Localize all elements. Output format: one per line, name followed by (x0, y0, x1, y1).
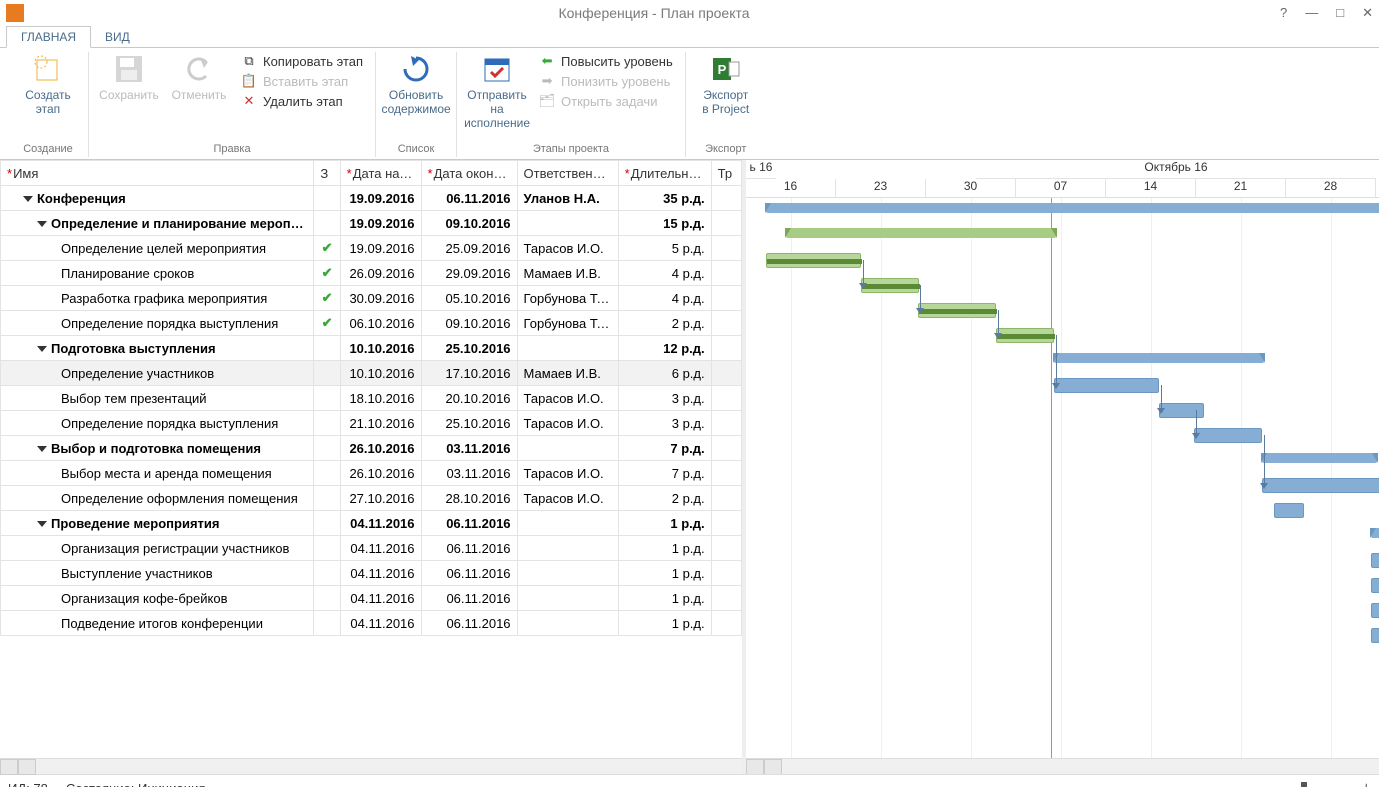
gantt-bar[interactable] (1262, 453, 1377, 463)
grid-scrollbar[interactable] (0, 758, 742, 774)
gantt-bar[interactable] (1371, 603, 1379, 618)
gantt-bar[interactable] (1274, 503, 1304, 518)
gantt-bar[interactable] (1371, 578, 1379, 593)
msproject-icon: P (709, 52, 743, 86)
open-tasks-button: 🗂Открыть задачи (537, 92, 675, 110)
table-row[interactable]: Проведение мероприятия04.11.201606.11.20… (1, 511, 742, 536)
gantt-bar[interactable] (1371, 528, 1379, 538)
gantt-bar[interactable] (766, 253, 861, 268)
tab-main[interactable]: ГЛАВНАЯ (6, 26, 91, 48)
app-icon[interactable] (6, 4, 24, 22)
gantt-bar[interactable] (786, 228, 1056, 238)
col-t[interactable]: Тр (711, 161, 741, 186)
titlebar: Конференция - План проекта ? — □ ✕ (0, 0, 1379, 26)
minimize-icon[interactable]: — (1305, 5, 1318, 21)
refresh-icon (399, 52, 433, 86)
zoom-control[interactable]: − + (1230, 780, 1371, 787)
zoom-out-icon[interactable]: − (1230, 780, 1239, 787)
table-row[interactable]: Определение целей мероприятия✔19.09.2016… (1, 236, 742, 261)
table-row[interactable]: Определение порядка выступления21.10.201… (1, 411, 742, 436)
table-row[interactable]: Выбор места и аренда помещения26.10.2016… (1, 461, 742, 486)
table-row[interactable]: Определение оформления помещения27.10.20… (1, 486, 742, 511)
col-resp[interactable]: Ответственный (517, 161, 618, 186)
arrow-right-icon: ➡ (539, 73, 555, 89)
table-row[interactable]: Определение порядка выступления✔06.10.20… (1, 311, 742, 336)
table-row[interactable]: Выступление участников04.11.201606.11.20… (1, 561, 742, 586)
ribbon: Создать этап Создание Сохранить Отменить… (0, 48, 1379, 160)
close-icon[interactable]: ✕ (1362, 5, 1373, 21)
level-up-button[interactable]: ⬅Повысить уровень (537, 52, 675, 70)
paste-stage-button: 📋Вставить этап (239, 72, 365, 90)
statusbar: ИД: 78 Состояние: Инициация − + (0, 774, 1379, 787)
gantt-bar[interactable] (1159, 403, 1204, 418)
status-id: ИД: 78 (8, 781, 48, 787)
copy-stage-button[interactable]: ⧉Копировать этап (239, 52, 365, 70)
gantt-chart[interactable]: ь 16Октябрь 1616233007142128 (746, 160, 1379, 774)
arrow-left-icon: ⬅ (539, 53, 555, 69)
delete-stage-button[interactable]: ✕Удалить этап (239, 92, 365, 110)
table-row[interactable]: Конференция19.09.201606.11.2016Уланов Н.… (1, 186, 742, 211)
undo-icon (182, 52, 216, 86)
save-big-icon (112, 52, 146, 86)
task-grid[interactable]: Имя З Дата начала Дата окончания Ответст… (0, 160, 746, 774)
table-row[interactable]: Выбор и подготовка помещения26.10.201603… (1, 436, 742, 461)
gantt-bar[interactable] (1262, 478, 1379, 493)
copy-icon: ⧉ (241, 53, 257, 69)
col-end[interactable]: Дата окончания (421, 161, 517, 186)
table-row[interactable]: Определение участников10.10.201617.10.20… (1, 361, 742, 386)
open-icon: 🗂 (539, 93, 555, 109)
table-row[interactable]: Разработка графика мероприятия✔30.09.201… (1, 286, 742, 311)
calendar-check-icon (480, 52, 514, 86)
level-down-button: ➡Понизить уровень (537, 72, 675, 90)
col-dur[interactable]: Длительность (618, 161, 711, 186)
col-start[interactable]: Дата начала (340, 161, 421, 186)
tab-view[interactable]: ВИД (91, 27, 144, 47)
gantt-bar[interactable] (1371, 628, 1379, 643)
create-stage-button[interactable]: Создать этап (18, 52, 78, 116)
help-icon[interactable]: ? (1280, 5, 1287, 21)
delete-icon: ✕ (241, 93, 257, 109)
send-execute-button[interactable]: Отправить на исполнение (467, 52, 527, 130)
table-row[interactable]: Определение и планирование мероприятия19… (1, 211, 742, 236)
gantt-bar[interactable] (918, 303, 996, 318)
ribbon-tabs: ГЛАВНАЯ ВИД (0, 26, 1379, 48)
gantt-bar[interactable] (996, 328, 1054, 343)
gantt-bar[interactable] (766, 203, 1379, 213)
new-icon (31, 52, 65, 86)
paste-icon: 📋 (241, 73, 257, 89)
table-row[interactable]: Выбор тем презентаций18.10.201620.10.201… (1, 386, 742, 411)
save-button: Сохранить (99, 52, 159, 102)
undo-button: Отменить (169, 52, 229, 102)
gantt-bar[interactable] (1054, 378, 1159, 393)
gantt-bar[interactable] (1371, 553, 1379, 568)
table-row[interactable]: Подведение итогов конференции04.11.20160… (1, 611, 742, 636)
gantt-bar[interactable] (861, 278, 919, 293)
col-status[interactable]: З (314, 161, 340, 186)
refresh-button[interactable]: Обновить содержимое (386, 52, 446, 116)
col-name[interactable]: Имя (1, 161, 314, 186)
status-state: Состояние: Инициация (66, 781, 206, 787)
table-row[interactable]: Планирование сроков✔26.09.201629.09.2016… (1, 261, 742, 286)
gantt-scrollbar[interactable] (746, 758, 1379, 774)
svg-text:P: P (717, 62, 726, 77)
export-project-button[interactable]: P Экспорт в Project (696, 52, 756, 116)
maximize-icon[interactable]: □ (1336, 5, 1344, 21)
gantt-bar[interactable] (1054, 353, 1264, 363)
zoom-in-icon[interactable]: + (1362, 780, 1371, 787)
table-row[interactable]: Организация регистрации участников04.11.… (1, 536, 742, 561)
table-row[interactable]: Подготовка выступления10.10.201625.10.20… (1, 336, 742, 361)
window-title: Конференция - План проекта (28, 5, 1280, 21)
table-row[interactable]: Организация кофе-брейков04.11.201606.11.… (1, 586, 742, 611)
gantt-bar[interactable] (1194, 428, 1262, 443)
